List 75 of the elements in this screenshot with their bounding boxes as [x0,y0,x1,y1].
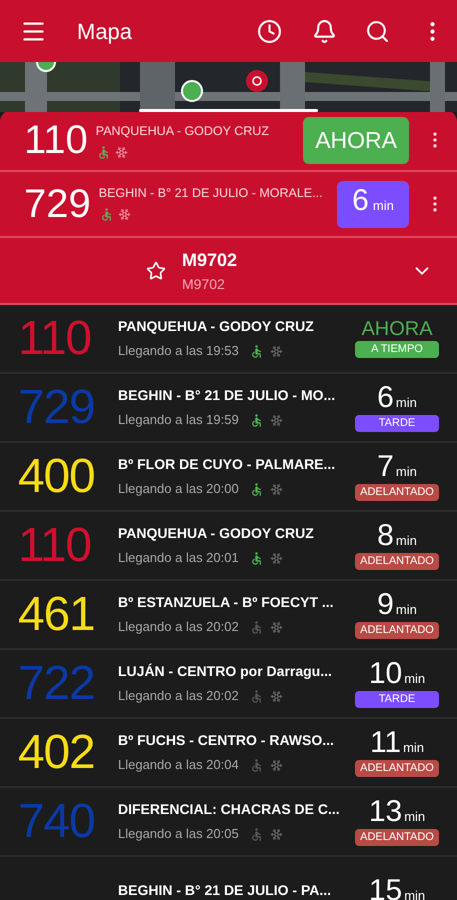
status-tag: ADELANTADO [355,760,439,777]
minutes-unit: min [404,886,426,900]
arrival-time: Llegando a las 19:53 [118,342,239,360]
arrival-time: Llegando a las 20:04 [118,756,239,774]
minutes-unit: min [372,196,394,214]
arrival-time: Llegando a las 20:02 [118,618,239,636]
status-tag: ADELANTADO [355,484,439,501]
route-number: 110 [18,518,91,572]
route-name: DIFERENCIAL: CHACRAS DE C... [118,800,341,820]
minutes-value: 11 [370,728,402,758]
route-name: BEGHIN - B° 21 DE JULIO - MO... [118,386,336,406]
route-number: 729 [24,184,91,224]
clock-icon[interactable] [257,18,282,44]
status-tag: A TIEMPO [355,341,439,358]
snowflake-icon [270,344,283,358]
minutes-unit: min [403,739,424,757]
status-tag: ADELANTADO [355,829,439,846]
status-tag: ADELANTADO [355,622,439,639]
now-label: AHORA [361,319,433,339]
route-number: 740 [18,794,94,848]
route-number: 729 [18,380,94,434]
route-number: 461 [18,588,94,640]
minutes-value: 15 [368,876,402,900]
minutes-unit: min [396,532,417,550]
snowflake-icon [270,552,283,564]
stop-title: M9702 [182,248,238,272]
snowflake-icon [270,758,283,772]
status-tag: ADELANTADO [355,553,439,570]
route-number: 110 [18,312,91,364]
arrival-time: Llegando a las 20:01 [118,549,239,568]
minutes-unit: min [404,808,426,826]
snowflake-icon [270,482,283,496]
route-number: 722 [18,656,94,710]
minutes-unit: min [396,463,417,481]
minutes-unit: min [404,670,426,688]
route-number: 110 [24,120,88,160]
snowflake-icon [270,620,283,634]
status-tag: TARDE [355,691,439,708]
minutes-value: 9 [377,590,394,620]
minutes-value: 6 [377,383,394,413]
snowflake-icon [270,690,283,702]
minutes-value: 13 [368,797,402,827]
route-name: Bº FUCHS - CENTRO - RAWSO... [118,731,335,750]
snowflake-icon [114,146,128,159]
route-name: Bº FLOR DE CUYO - PALMARE... [118,455,336,474]
arrival-time: Llegando a las 20:00 [118,480,239,498]
snowflake-icon [270,414,283,426]
route-name: PANQUEHUA - GODOY CRUZ [118,524,315,544]
arrival-time: Llegando a las 20:02 [118,687,239,706]
snowflake-icon [270,828,283,840]
route-name: BEGHIN - B° 21 DE JULIO - PA... [118,881,332,900]
route-name: LUJÁN - CENTRO por Darragu... [118,662,333,682]
route-name: PANQUEHUA - GODOY CRUZ [96,123,270,140]
minutes-value: 8 [377,521,394,551]
stop-subtitle: M9702 [182,274,226,294]
arrival-time: Llegando a las 20:05 [118,825,239,844]
minutes-value: 6 [352,186,369,216]
minutes-unit: min [396,601,417,619]
search-icon[interactable] [365,18,390,44]
arrival-time: Llegando a las 19:59 [118,411,239,430]
bell-icon[interactable] [312,18,337,44]
route-number: 402 [18,726,94,778]
drag-handle[interactable] [139,109,318,112]
route-name: Bº ESTANZUELA - Bº FOECYT ... [118,593,335,612]
snowflake-icon [118,208,131,221]
route-name: BEGHIN - B° 21 DE JULIO - MORALE... [98,185,324,202]
app-bar-title: Mapa [77,18,134,46]
route-number: 400 [18,450,94,502]
minutes-unit: min [396,394,417,412]
star-icon[interactable] [146,260,166,280]
minutes-value: 10 [368,659,402,689]
status-tag: TARDE [355,415,439,432]
route-name: PANQUEHUA - GODOY CRUZ [118,317,315,336]
minutes-value: 7 [377,452,394,482]
arrival-badge: AHORA [303,116,409,164]
